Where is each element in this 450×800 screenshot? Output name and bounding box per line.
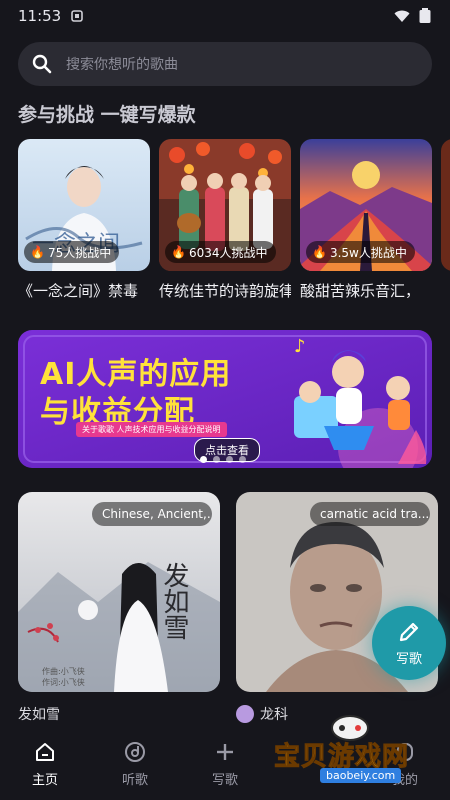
challenge-card[interactable]: 一念之间 🔥75人挑战中 《一念之间》禁毒 — [18, 139, 150, 301]
tab-label: 主页 — [31, 772, 58, 788]
notification-icon — [71, 10, 84, 22]
song-credit-composer: 作词:小飞侠 — [42, 677, 85, 687]
tab-write[interactable]: 写歌 — [180, 728, 270, 800]
banner-dot[interactable] — [239, 456, 246, 463]
song-card[interactable]: 发如雪 作曲:小飞侠 作词:小飞侠 Chinese, Ancient,... — [18, 492, 220, 692]
section-title: 参与挑战 一键写爆款 — [18, 104, 196, 126]
challenge-title: 《一念之间》禁毒 — [18, 282, 139, 300]
search-placeholder: 搜索你想听的歌曲 — [66, 57, 178, 73]
challenge-carousel[interactable]: 一念之间 🔥75人挑战中 《一念之间》禁毒 🔥6034人挑战中 传统佳节的诗韵旋… — [18, 139, 450, 309]
promo-banner[interactable]: ♪ AI人声的应用 与收益分配 关于歌歌 人声技术应用与收益分配说明 点击查看 — [18, 330, 432, 468]
challenge-card-partial[interactable] — [441, 139, 450, 271]
song-art-text: 发如雪 — [159, 562, 189, 640]
song-title: 发如雪 — [18, 707, 60, 723]
challenge-thumbnail: 🔥 6034人挑战中 — [159, 139, 291, 271]
song-style-tag: Chinese, Ancient,... — [92, 502, 212, 526]
music-disc-icon — [125, 741, 145, 762]
tab-listen[interactable]: 听歌 — [90, 728, 180, 800]
song-author: 龙科 — [236, 704, 288, 724]
avatar — [236, 705, 254, 723]
challenge-badge: 🔥 6034人挑战中 — [165, 241, 276, 263]
challenge-title: 酸甜苦辣乐音汇， — [300, 282, 421, 300]
song-style-tag: carnatic acid tra... — [310, 502, 430, 526]
write-song-fab[interactable]: 写歌 — [372, 606, 446, 680]
banner-subtitle: 关于歌歌 人声技术应用与收益分配说明 — [76, 422, 227, 437]
challenge-card[interactable]: 🔥 3.5w人挑战中 酸甜苦辣乐音汇， — [300, 139, 432, 301]
pencil-icon — [399, 622, 419, 641]
tab-label: 听歌 — [121, 772, 148, 788]
watermark-url: baobeiy.com — [320, 768, 402, 783]
challenge-thumbnail: 🔥 3.5w人挑战中 — [300, 139, 432, 271]
wifi-icon — [394, 10, 410, 22]
status-time: 11:53 — [18, 7, 62, 25]
challenge-badge: 🔥 3.5w人挑战中 — [306, 241, 415, 263]
search-icon — [32, 54, 52, 74]
song-credit-lyricist: 作曲:小飞侠 — [42, 666, 85, 676]
plus-icon — [217, 743, 233, 760]
banner-dot[interactable] — [226, 456, 233, 463]
fire-icon: 🔥 — [30, 245, 45, 259]
search-input[interactable]: 搜索你想听的歌曲 — [18, 42, 432, 86]
challenge-thumbnail — [441, 139, 450, 271]
banner-dot[interactable] — [213, 456, 220, 463]
tab-home[interactable]: 主页 — [0, 728, 90, 800]
status-bar: 11:53 — [0, 0, 450, 32]
site-watermark: 宝贝游戏网 baobeiy.com — [270, 715, 430, 790]
banner-title: AI人声的应用 与收益分配 — [40, 357, 232, 430]
challenge-card[interactable]: 🔥 6034人挑战中 传统佳节的诗韵旋律 — [159, 139, 291, 301]
tab-label: 写歌 — [211, 772, 238, 788]
battery-icon — [419, 8, 431, 23]
fire-icon: 🔥 — [312, 245, 327, 259]
banner-dot[interactable] — [200, 456, 207, 463]
fire-icon: 🔥 — [171, 245, 186, 259]
banner-pagination — [200, 456, 246, 463]
fab-label: 写歌 — [395, 651, 422, 667]
challenge-title: 传统佳节的诗韵旋律 — [159, 282, 291, 300]
challenge-thumbnail: 一念之间 🔥75人挑战中 — [18, 139, 150, 271]
home-icon — [36, 742, 54, 761]
challenge-badge: 🔥 75人挑战中 — [24, 241, 120, 263]
svg-text:♪: ♪ — [294, 336, 306, 357]
